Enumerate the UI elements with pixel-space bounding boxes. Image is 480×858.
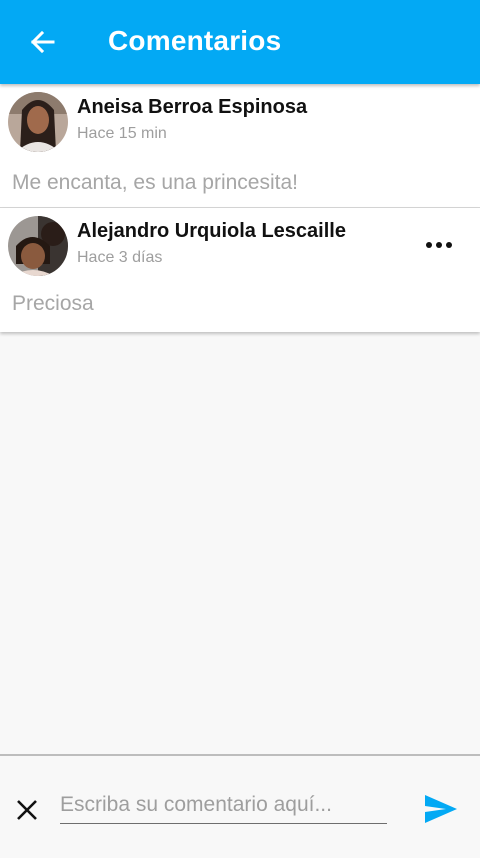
page-title: Comentarios bbox=[108, 25, 282, 56]
avatar[interactable] bbox=[8, 92, 68, 152]
comment-text: Me encanta, es una princesita! bbox=[12, 171, 299, 194]
send-button[interactable] bbox=[424, 794, 458, 824]
comment-text: Preciosa bbox=[12, 292, 94, 315]
close-icon bbox=[17, 800, 37, 820]
comment-composer bbox=[0, 754, 480, 858]
clear-button[interactable] bbox=[13, 796, 41, 824]
more-horizontal-icon bbox=[426, 242, 432, 248]
comment-card: Aneisa Berroa Espinosa Hace 15 min Me en… bbox=[0, 84, 480, 208]
app-bar: Comentarios bbox=[0, 0, 480, 84]
send-icon bbox=[425, 795, 457, 823]
comment-list: Aneisa Berroa Espinosa Hace 15 min Me en… bbox=[0, 84, 480, 332]
comment-author[interactable]: Aneisa Berroa Espinosa bbox=[77, 96, 307, 119]
comment-author[interactable]: Alejandro Urquiola Lescaille bbox=[77, 220, 346, 243]
comment-card: Alejandro Urquiola Lescaille Hace 3 días… bbox=[0, 208, 480, 332]
more-options-button[interactable] bbox=[426, 238, 452, 252]
comment-input[interactable] bbox=[60, 786, 387, 824]
avatar[interactable] bbox=[8, 216, 68, 276]
arrow-back-icon bbox=[30, 30, 55, 54]
back-button[interactable] bbox=[22, 22, 62, 62]
comment-time: Hace 3 días bbox=[77, 249, 163, 266]
comment-time: Hace 15 min bbox=[77, 125, 167, 142]
